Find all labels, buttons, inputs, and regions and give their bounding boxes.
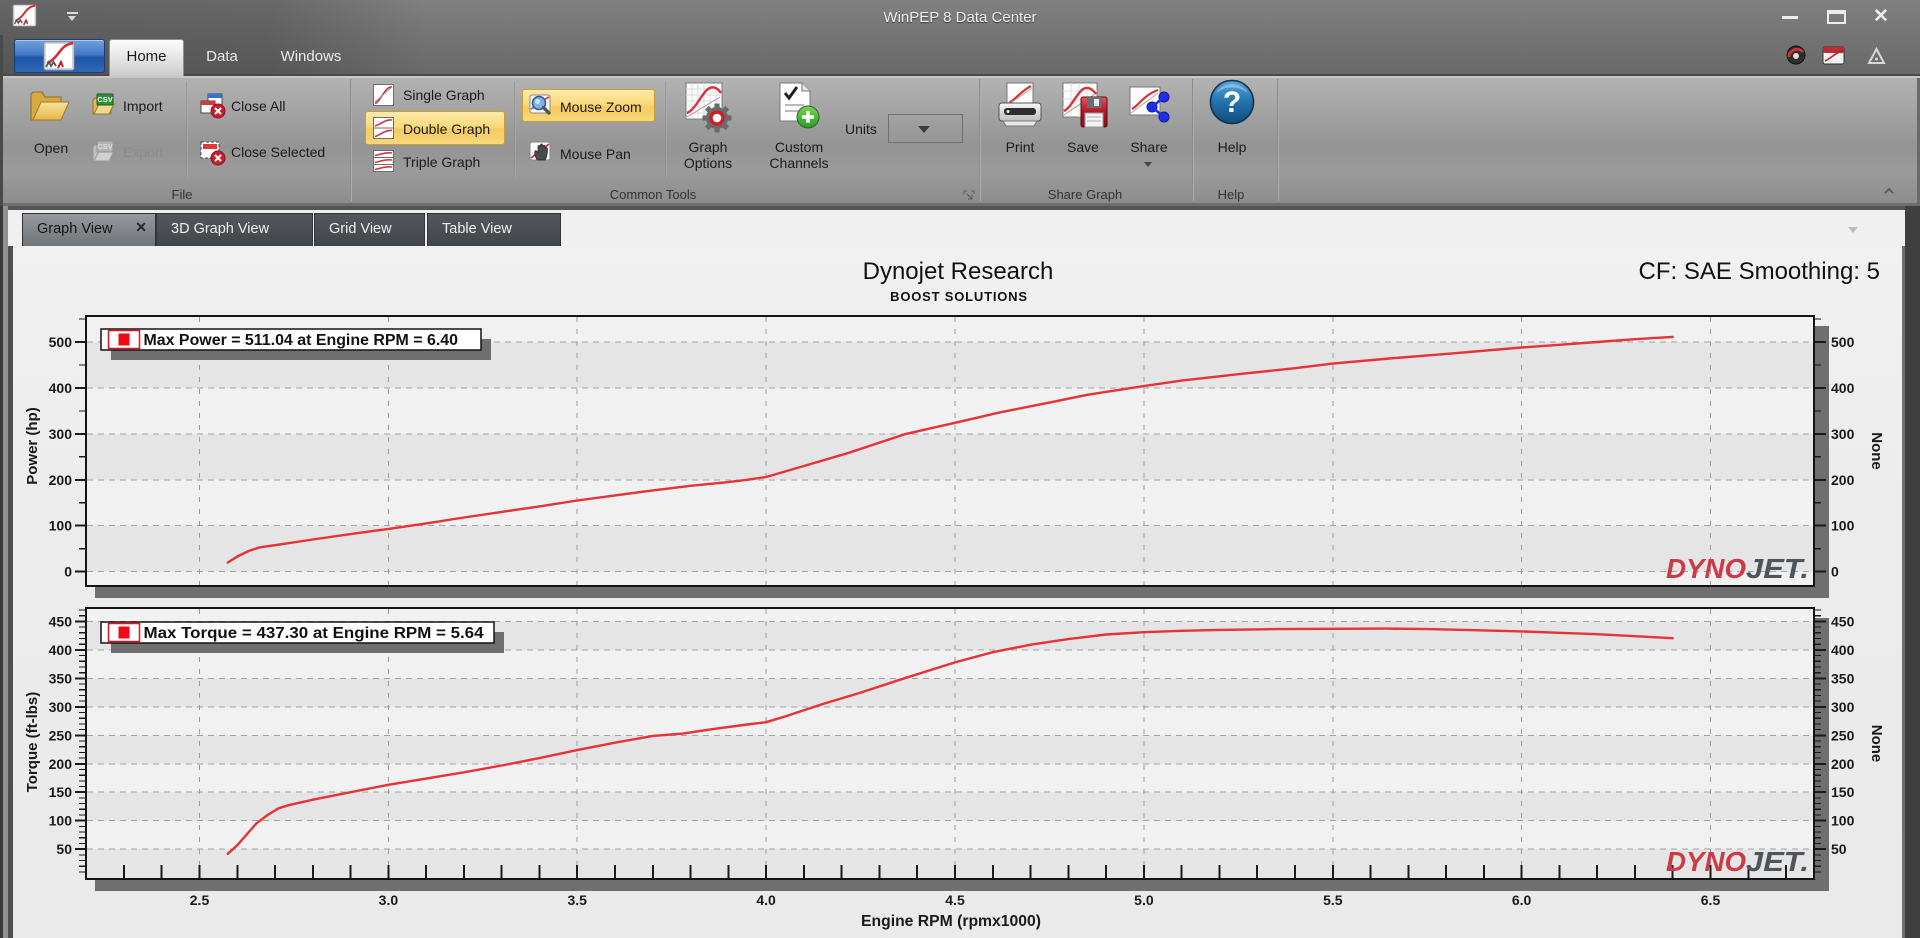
svg-text:DYNO: DYNO: [1666, 846, 1746, 877]
svg-text:200: 200: [49, 756, 73, 772]
svg-text:0: 0: [64, 564, 72, 580]
svg-text:Engine RPM (rpmx1000): Engine RPM (rpmx1000): [861, 913, 1041, 930]
svg-text:400: 400: [49, 642, 73, 658]
svg-text:0: 0: [1831, 564, 1839, 580]
svg-text:500: 500: [49, 334, 73, 350]
svg-text:250: 250: [1831, 727, 1855, 743]
svg-text:Max Torque = 437.30 at Engine: Max Torque = 437.30 at Engine RPM = 5.64: [144, 625, 484, 642]
svg-text:100: 100: [49, 518, 73, 534]
svg-text:6.5: 6.5: [1701, 892, 1721, 908]
svg-text:400: 400: [1831, 380, 1855, 396]
svg-text:6.0: 6.0: [1512, 892, 1532, 908]
svg-text:100: 100: [1831, 813, 1855, 829]
svg-text:200: 200: [49, 472, 73, 488]
svg-text:500: 500: [1831, 334, 1855, 350]
svg-text:150: 150: [49, 784, 73, 800]
svg-text:4.5: 4.5: [945, 892, 965, 908]
svg-text:300: 300: [49, 426, 73, 442]
svg-text:Torque (ft-lbs): Torque (ft-lbs): [24, 692, 41, 793]
svg-text:50: 50: [56, 841, 72, 857]
svg-text:100: 100: [49, 813, 73, 829]
svg-text:450: 450: [49, 613, 73, 629]
svg-text:200: 200: [1831, 756, 1855, 772]
svg-text:350: 350: [1831, 670, 1855, 686]
svg-text:50: 50: [1831, 841, 1847, 857]
svg-text:400: 400: [1831, 642, 1855, 658]
svg-text:250: 250: [49, 727, 73, 743]
svg-text:150: 150: [1831, 784, 1855, 800]
svg-text:3.5: 3.5: [567, 892, 587, 908]
svg-text:None: None: [1868, 432, 1885, 470]
svg-text:450: 450: [1831, 613, 1855, 629]
svg-text:300: 300: [1831, 699, 1855, 715]
svg-text:5.5: 5.5: [1323, 892, 1343, 908]
svg-text:JET.: JET.: [1746, 553, 1809, 584]
svg-text:200: 200: [1831, 472, 1855, 488]
svg-text:300: 300: [1831, 426, 1855, 442]
svg-text:Power (hp): Power (hp): [24, 407, 41, 485]
svg-text:None: None: [1868, 725, 1885, 763]
svg-text:DYNO: DYNO: [1666, 553, 1746, 584]
svg-text:100: 100: [1831, 518, 1855, 534]
svg-text:350: 350: [49, 670, 73, 686]
svg-text:CF: SAE Smoothing: 5: CF: SAE Smoothing: 5: [1639, 258, 1880, 285]
svg-text:JET.: JET.: [1746, 846, 1809, 877]
svg-text:400: 400: [49, 380, 73, 396]
svg-text:BOOST SOLUTIONS: BOOST SOLUTIONS: [890, 289, 1028, 304]
svg-text:Max Power = 511.04 at Engine R: Max Power = 511.04 at Engine RPM = 6.40: [144, 332, 459, 349]
svg-text:5.0: 5.0: [1134, 892, 1154, 908]
svg-text:2.5: 2.5: [190, 892, 210, 908]
svg-text:300: 300: [49, 699, 73, 715]
svg-text:3.0: 3.0: [379, 892, 399, 908]
svg-text:Dynojet Research: Dynojet Research: [863, 258, 1054, 285]
svg-text:4.0: 4.0: [756, 892, 776, 908]
